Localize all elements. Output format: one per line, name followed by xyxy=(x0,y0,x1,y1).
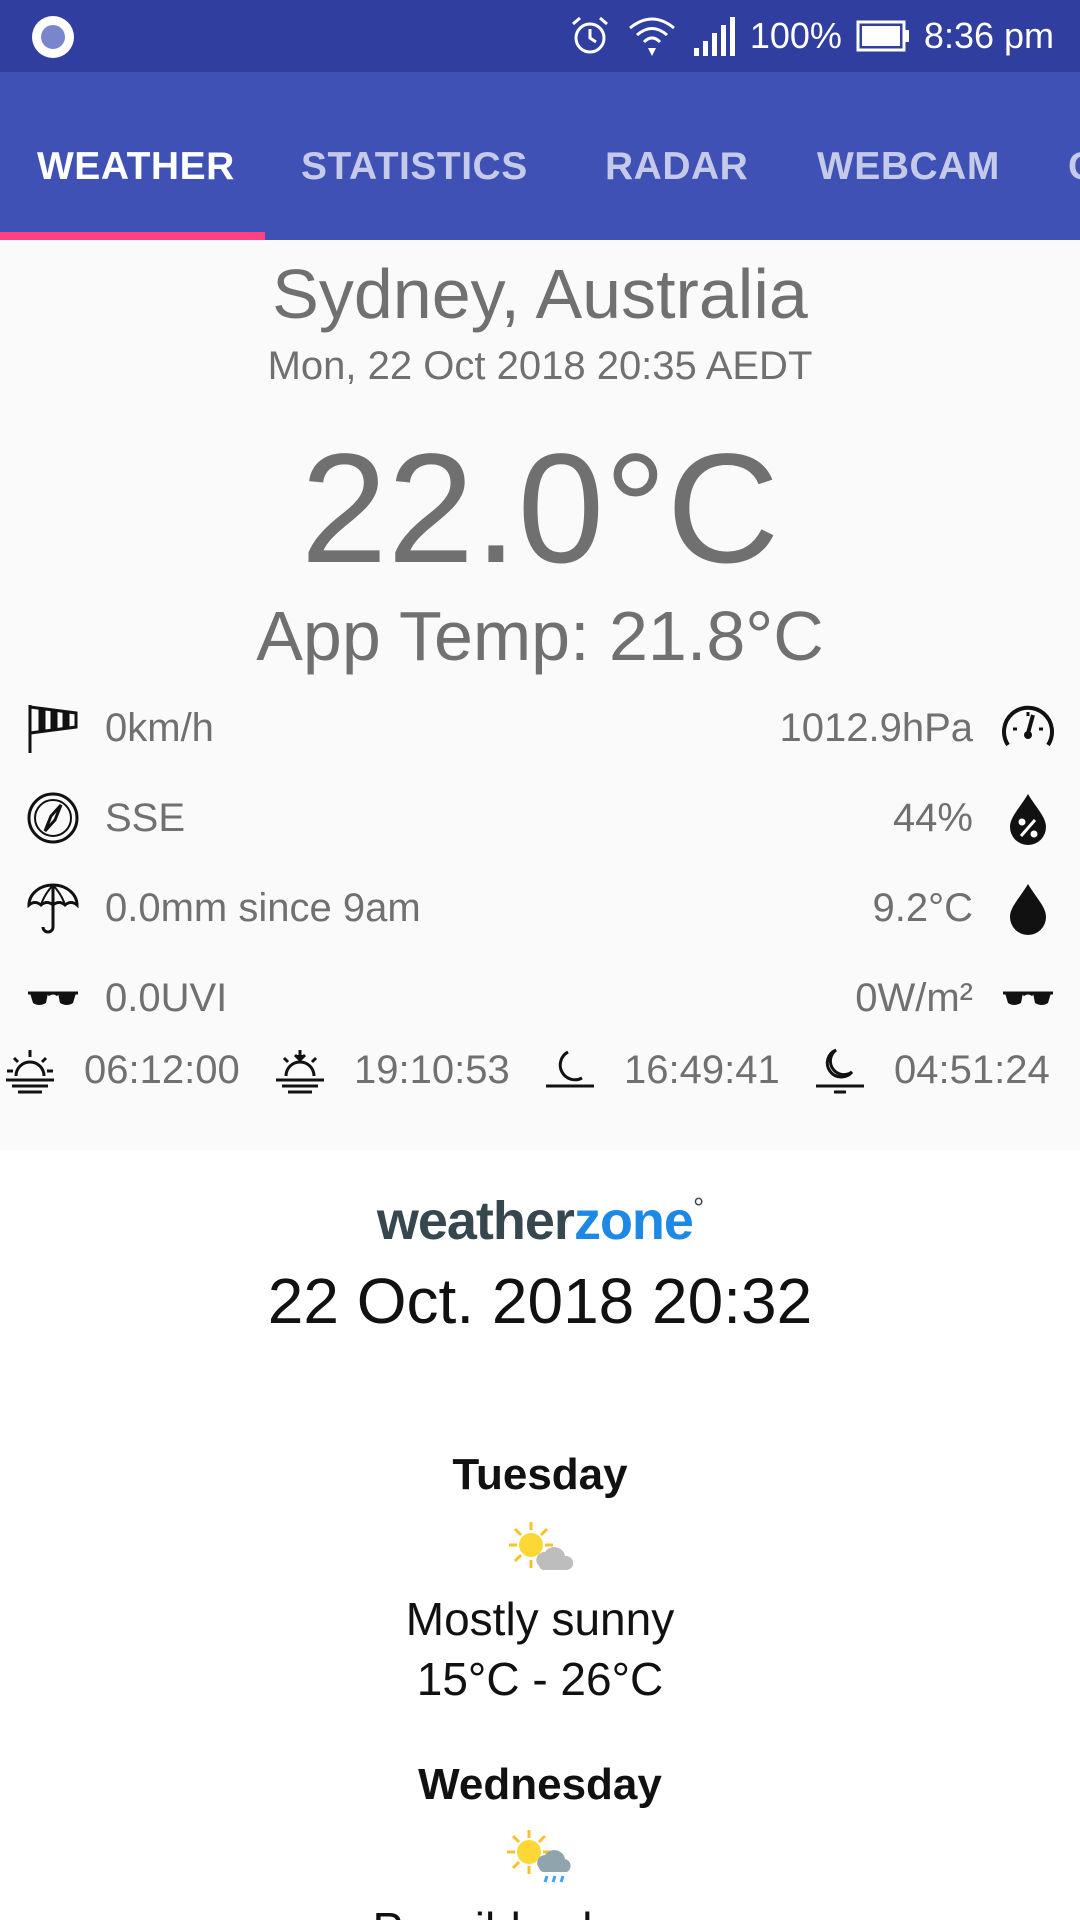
dew-point: 9.2°C xyxy=(872,886,974,930)
uv-solar-row: 0.0UVI 0W/m² xyxy=(0,968,1080,1028)
current-temperature: 22.0°C xyxy=(300,422,780,596)
wifi-icon xyxy=(628,17,675,56)
solar-radiation: 0W/m² xyxy=(855,976,973,1020)
humidity-drop-icon xyxy=(1010,794,1046,845)
sunset-icon xyxy=(276,1050,324,1094)
dewpoint-drop-icon xyxy=(1010,884,1046,935)
rain-dewpoint-row: 0.0mm since 9am 9.2°C xyxy=(0,878,1080,938)
location-title: Sydney, Australia xyxy=(272,255,808,333)
forecast-description: Mostly sunny xyxy=(405,1593,675,1645)
moonset-icon xyxy=(816,1048,864,1094)
forecast-description: Possible shower xyxy=(0,1902,1080,1920)
gauge-icon xyxy=(1002,705,1054,747)
sunset-time: 19:10:53 xyxy=(354,1048,510,1092)
uv-index: 0.0UVI xyxy=(105,976,228,1020)
sunrise-icon xyxy=(6,1050,54,1094)
forecast-issued-time: 22 Oct. 2018 20:32 xyxy=(267,1265,813,1337)
alarm-icon xyxy=(571,16,608,54)
weatherzone-logo[interactable]: weatherzone° xyxy=(0,1190,1080,1252)
tab-radar[interactable]: RADAR xyxy=(605,72,748,240)
sunrise-time: 06:12:00 xyxy=(84,1048,240,1092)
forecast-day: Wednesday Possible shower xyxy=(0,1760,1080,1920)
wind-speed: 0km/h xyxy=(105,706,214,750)
forecast-day-name: Tuesday xyxy=(452,1450,628,1499)
moonrise-icon xyxy=(546,1050,594,1088)
current-conditions: Sydney, Australia Mon, 22 Oct 2018 20:35… xyxy=(0,240,1080,1150)
tab-webcam[interactable]: WEBCAM xyxy=(817,72,1000,240)
moonset-time: 04:51:24 xyxy=(894,1048,1050,1092)
wind-pressure-row: 0km/h 1012.9hPa xyxy=(0,698,1080,758)
clock: 8:36 pm xyxy=(923,15,1054,56)
forecast-day-name: Wednesday xyxy=(418,1760,662,1809)
rainfall: 0.0mm since 9am xyxy=(105,886,421,930)
apparent-temperature: App Temp: 21.8°C xyxy=(256,597,824,675)
battery-percent: 100% xyxy=(749,15,842,56)
sun-moon-row: 06:12:00 19:10:53 16:49:41 04:51:24 xyxy=(0,1040,1080,1100)
direction-humidity-row: SSE 44% xyxy=(0,788,1080,848)
pressure: 1012.9hPa xyxy=(779,706,973,750)
sun-cloud-icon xyxy=(509,1522,574,1570)
umbrella-icon xyxy=(27,883,79,934)
tab-indicator xyxy=(0,232,265,240)
signal-icon xyxy=(693,17,735,56)
tab-statistics[interactable]: STATISTICS xyxy=(301,72,528,240)
status-icons: 100% 8:36 pm xyxy=(568,0,1054,72)
sun-shower-icon xyxy=(507,1830,571,1883)
tab-partial[interactable]: C xyxy=(1068,72,1080,240)
compass-icon xyxy=(27,792,79,844)
battery-icon xyxy=(856,20,909,52)
forecast-temp-range: 15°C - 26°C xyxy=(416,1653,664,1705)
sunglasses-icon xyxy=(28,991,78,1005)
humidity: 44% xyxy=(892,796,973,840)
wind-direction: SSE xyxy=(105,796,186,840)
observation-datetime: Mon, 22 Oct 2018 20:35 AEDT xyxy=(267,344,813,388)
forecast-panel: weatherzone° 22 Oct. 2018 20:32 Tuesday … xyxy=(0,1150,1080,1920)
status-bar: 100% 8:36 pm xyxy=(0,0,1080,72)
moonrise-time: 16:49:41 xyxy=(624,1048,780,1092)
forecast-day: Tuesday Mostly sunny 15°C - 26°C xyxy=(0,1450,1080,1706)
sunglasses-icon xyxy=(1003,991,1053,1005)
tab-bar: WEATHER STATISTICS RADAR WEBCAM C xyxy=(0,72,1080,240)
app-circle-icon xyxy=(32,16,74,58)
tab-weather[interactable]: WEATHER xyxy=(37,72,235,240)
windsock-icon xyxy=(28,705,78,753)
